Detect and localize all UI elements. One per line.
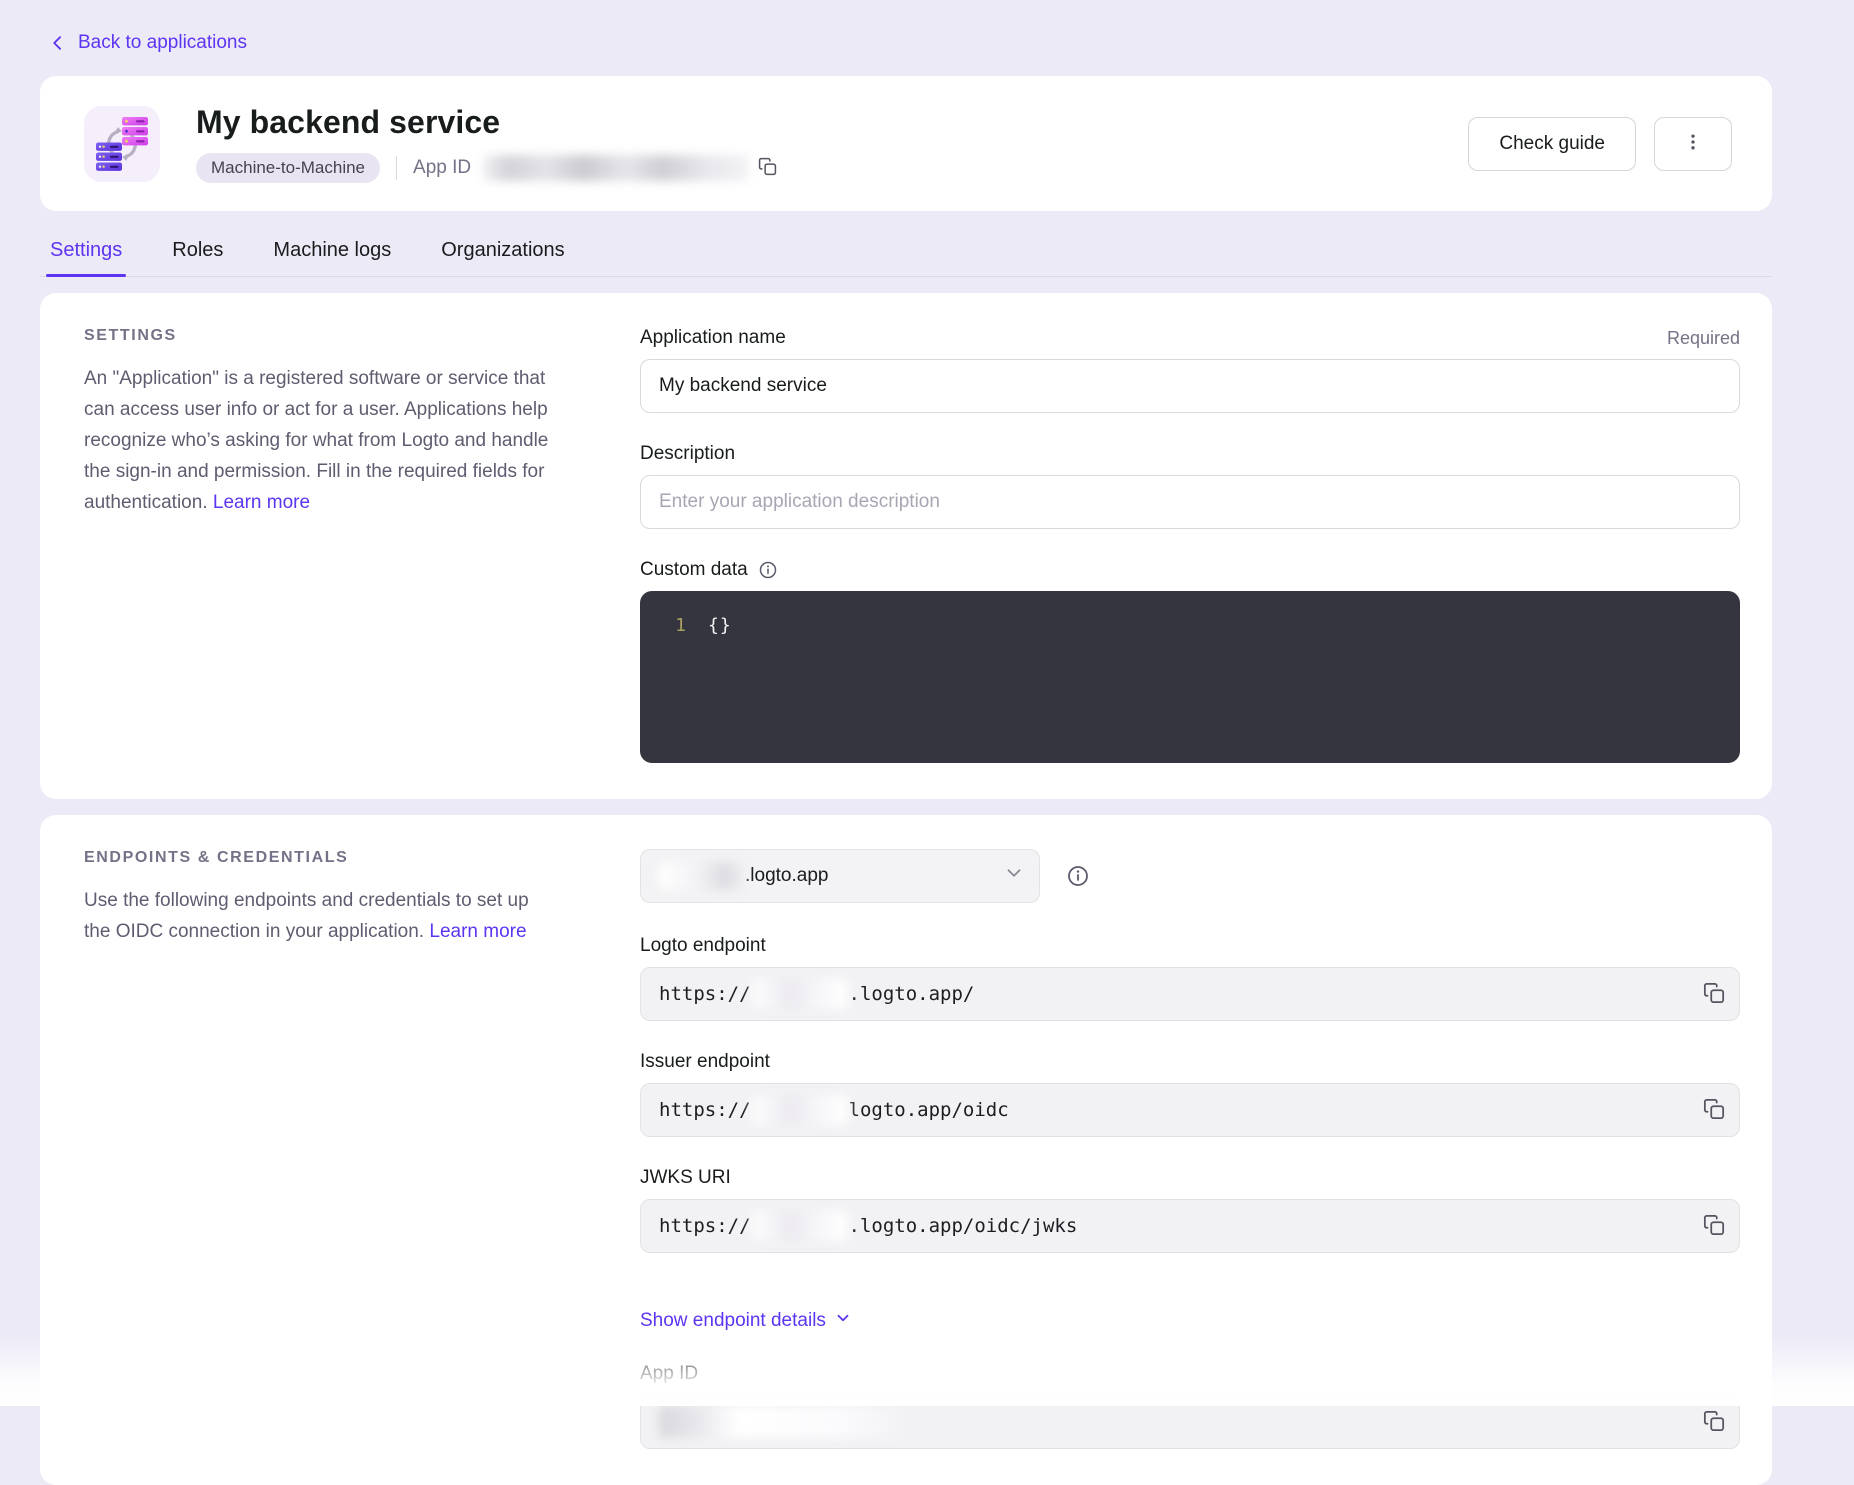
- required-tag: Required: [1667, 328, 1740, 349]
- tenant-endpoint-select-row: .logto.app: [640, 849, 1740, 903]
- application-name-field-group: Application name Required: [640, 327, 1740, 413]
- tab-organizations[interactable]: Organizations: [439, 237, 566, 276]
- endpoints-learn-more-link[interactable]: Learn more: [429, 921, 526, 942]
- settings-learn-more-link[interactable]: Learn more: [213, 492, 310, 513]
- description-input[interactable]: [640, 475, 1740, 529]
- redacted-tenant-id: [659, 862, 743, 890]
- app-id-label: App ID: [413, 157, 471, 179]
- app-id-label-row: App ID: [640, 1363, 1740, 1385]
- copy-jwks-uri-button[interactable]: [1703, 1214, 1725, 1239]
- redacted-tenant-domain: [752, 1211, 848, 1241]
- description-field-group: Description: [640, 443, 1740, 529]
- endpoints-credentials-card: ENDPOINTS & CREDENTIALS Use the followin…: [40, 815, 1772, 1485]
- settings-section-title: SETTINGS: [84, 327, 554, 345]
- issuer-endpoint-value-field: https:// logto.app/oidc: [640, 1083, 1740, 1137]
- jwks-uri-label-row: JWKS URI: [640, 1167, 1740, 1189]
- custom-data-label: Custom data: [640, 559, 778, 581]
- logto-endpoint-field-group: Logto endpoint https:// .logto.app/: [640, 935, 1740, 1021]
- copy-app-id-button[interactable]: [1703, 1410, 1725, 1435]
- application-head-info: My backend service Machine-to-Machine Ap…: [196, 104, 777, 183]
- chevron-down-icon: [1003, 862, 1025, 890]
- custom-data-field-group: Custom data 1 {}: [640, 559, 1740, 763]
- endpoints-card-intro: ENDPOINTS & CREDENTIALS Use the followin…: [84, 849, 554, 1449]
- redacted-app-id-value: [483, 155, 748, 181]
- tab-roles[interactable]: Roles: [170, 237, 225, 276]
- copy-icon: [1703, 1410, 1725, 1435]
- tenant-endpoint-suffix: .logto.app: [745, 865, 828, 887]
- custom-data-label-row: Custom data: [640, 559, 1740, 581]
- issuer-endpoint-label-row: Issuer endpoint: [640, 1051, 1740, 1073]
- page-title: My backend service: [196, 104, 777, 141]
- url-prefix: https://: [659, 1099, 751, 1121]
- endpoints-section-title: ENDPOINTS & CREDENTIALS: [84, 849, 554, 867]
- application-name-label: Application name: [640, 327, 786, 349]
- custom-data-code-editor[interactable]: 1 {}: [640, 591, 1740, 763]
- editor-code-content: {}: [686, 615, 732, 739]
- info-icon[interactable]: [758, 560, 778, 580]
- redacted-tenant-domain: [752, 1095, 848, 1125]
- description-label-row: Description: [640, 443, 1740, 465]
- show-endpoint-details-label: Show endpoint details: [640, 1310, 826, 1332]
- meta-divider: [396, 156, 397, 180]
- editor-line-number: 1: [640, 615, 686, 739]
- jwks-uri-label: JWKS URI: [640, 1167, 731, 1189]
- page-content: Back to applications: [0, 0, 1854, 1485]
- app-id-field-label: App ID: [640, 1363, 698, 1385]
- back-link-label: Back to applications: [78, 32, 247, 54]
- copy-icon: [1703, 982, 1725, 1007]
- chevron-left-icon: [48, 33, 68, 53]
- jwks-uri-value-field: https:// .logto.app/oidc/jwks: [640, 1199, 1740, 1253]
- copy-icon: [758, 157, 777, 179]
- url-prefix: https://: [659, 1215, 751, 1237]
- endpoints-section-description: Use the following endpoints and credenti…: [84, 885, 554, 947]
- chevron-down-icon: [834, 1309, 852, 1333]
- jwks-uri-field-group: JWKS URI https:// .logto.app/oidc/jwks: [640, 1167, 1740, 1253]
- app-id-value-field: [640, 1395, 1740, 1449]
- settings-card: SETTINGS An "Application" is a registere…: [40, 293, 1772, 799]
- check-guide-button[interactable]: Check guide: [1468, 117, 1636, 171]
- application-type-badge: Machine-to-Machine: [196, 153, 380, 183]
- redacted-app-id-value: [659, 1406, 909, 1438]
- kebab-icon: [1683, 132, 1703, 155]
- copy-icon: [1703, 1214, 1725, 1239]
- issuer-endpoint-field-group: Issuer endpoint https:// logto.app/oidc: [640, 1051, 1740, 1137]
- tab-machine-logs[interactable]: Machine logs: [271, 237, 393, 276]
- logto-endpoint-label: Logto endpoint: [640, 935, 766, 957]
- settings-description-text: An "Application" is a registered softwar…: [84, 368, 548, 513]
- url-prefix: https://: [659, 983, 751, 1005]
- url-suffix: .logto.app/: [849, 983, 975, 1005]
- logto-endpoint-label-row: Logto endpoint: [640, 935, 1740, 957]
- application-meta-row: Machine-to-Machine App ID: [196, 153, 777, 183]
- copy-issuer-endpoint-button[interactable]: [1703, 1098, 1725, 1123]
- tenant-endpoint-select[interactable]: .logto.app: [640, 849, 1040, 903]
- more-actions-button[interactable]: [1654, 117, 1732, 171]
- settings-card-form: Application name Required Description Cu…: [640, 327, 1740, 763]
- app-id-field-group: App ID: [640, 1363, 1740, 1449]
- copy-logto-endpoint-button[interactable]: [1703, 982, 1725, 1007]
- tab-settings[interactable]: Settings: [48, 237, 124, 276]
- logto-endpoint-value-field: https:// .logto.app/: [640, 967, 1740, 1021]
- tab-bar: Settings Roles Machine logs Organization…: [40, 237, 1772, 277]
- settings-section-description: An "Application" is a registered softwar…: [84, 363, 554, 518]
- application-header-card: My backend service Machine-to-Machine Ap…: [40, 76, 1772, 211]
- description-label: Description: [640, 443, 735, 465]
- url-suffix: logto.app/oidc: [849, 1099, 1009, 1121]
- copy-icon: [1703, 1098, 1725, 1123]
- info-icon[interactable]: [1066, 864, 1090, 888]
- redacted-tenant-domain: [752, 979, 848, 1009]
- show-endpoint-details-link[interactable]: Show endpoint details: [640, 1309, 852, 1333]
- back-to-applications-link[interactable]: Back to applications: [48, 32, 247, 54]
- custom-data-label-text: Custom data: [640, 559, 748, 581]
- application-name-input[interactable]: [640, 359, 1740, 413]
- endpoints-card-form: .logto.app Logto endpoint https:// .logt…: [640, 849, 1740, 1449]
- issuer-endpoint-label: Issuer endpoint: [640, 1051, 770, 1073]
- copy-app-id-button[interactable]: [758, 157, 777, 179]
- machine-to-machine-app-icon: [84, 106, 160, 182]
- settings-card-intro: SETTINGS An "Application" is a registere…: [84, 327, 554, 763]
- application-name-label-row: Application name Required: [640, 327, 1740, 349]
- url-suffix: .logto.app/oidc/jwks: [849, 1215, 1078, 1237]
